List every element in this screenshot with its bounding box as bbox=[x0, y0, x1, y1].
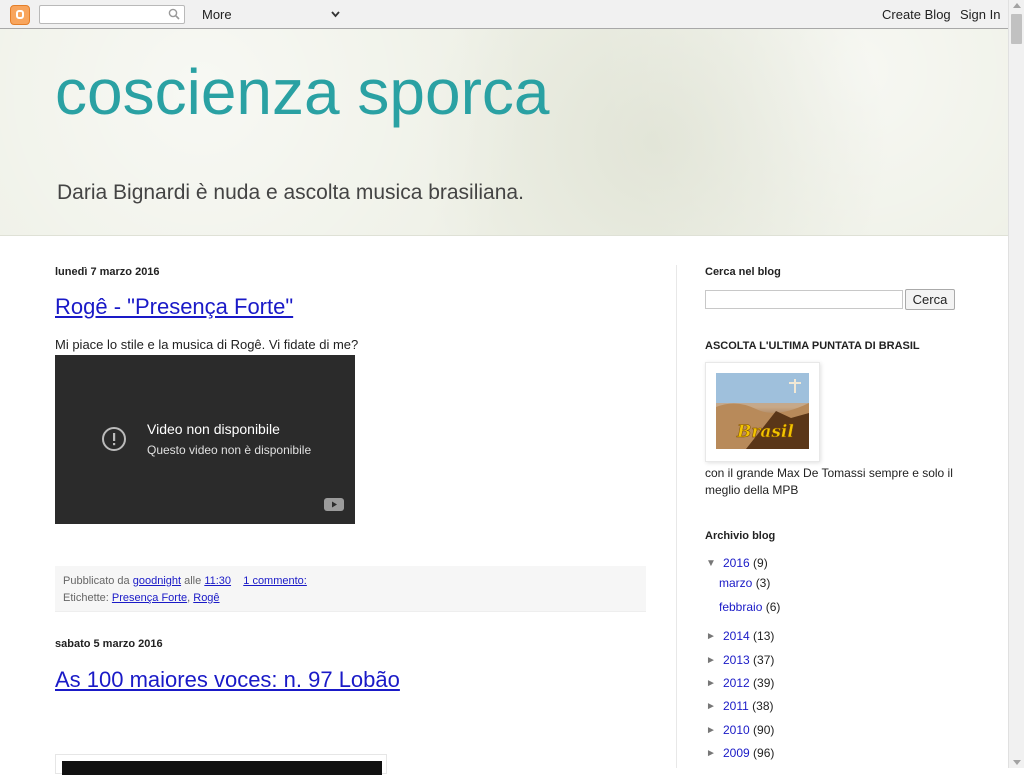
archive-year-item[interactable]: 2013 (37) bbox=[723, 653, 774, 667]
post-image[interactable] bbox=[55, 754, 387, 775]
more-dropdown[interactable]: More bbox=[202, 7, 232, 22]
embedded-video-player[interactable]: Video non disponibile Questo video non è… bbox=[55, 355, 355, 524]
post-body-text: Mi piace lo stile e la musica di Rogê. V… bbox=[55, 337, 359, 352]
expand-arrow-icon[interactable]: ► bbox=[706, 701, 716, 712]
brasil-widget-heading: ASCOLTA L'ULTIMA PUNTATA DI BRASIL bbox=[705, 340, 920, 352]
post-date-header: sabato 5 marzo 2016 bbox=[55, 638, 163, 650]
scroll-down-arrow-icon[interactable] bbox=[1013, 760, 1021, 765]
expand-arrow-icon[interactable]: ► bbox=[706, 655, 716, 666]
video-unavailable-title: Video non disponibile bbox=[147, 421, 280, 437]
archive-widget-heading: Archivio blog bbox=[705, 530, 776, 542]
comments-link[interactable]: 1 commento: bbox=[243, 575, 307, 587]
label-link[interactable]: Rogê bbox=[193, 592, 219, 604]
post-labels-line: Etichette: Presença Forte, Rogê bbox=[63, 592, 220, 604]
brasil-image-text: Brasil bbox=[736, 422, 794, 442]
archive-year-item[interactable]: 2011 (38) bbox=[723, 699, 774, 713]
post-time-link[interactable]: 11:30 bbox=[204, 575, 231, 587]
video-unavailable-subtitle: Questo video non è disponibile bbox=[147, 443, 312, 457]
archive-year-item[interactable]: 2010 (90) bbox=[723, 723, 774, 737]
chevron-down-icon[interactable] bbox=[330, 9, 341, 20]
post-date-header: lunedì 7 marzo 2016 bbox=[55, 266, 160, 278]
author-link[interactable]: goodnight bbox=[133, 575, 181, 587]
archive-month-item[interactable]: marzo (3) bbox=[719, 576, 770, 590]
scroll-up-arrow-icon[interactable] bbox=[1013, 3, 1021, 8]
brasil-image-link[interactable]: Brasil bbox=[705, 362, 820, 462]
search-icon[interactable] bbox=[168, 8, 180, 20]
blogger-logo-icon[interactable] bbox=[10, 5, 30, 25]
archive-month-item[interactable]: febbraio (6) bbox=[719, 600, 780, 614]
blog-header: coscienza sporca Daria Bignardi è nuda e… bbox=[0, 29, 1008, 236]
labels-prefix: Etichette: bbox=[63, 592, 109, 604]
search-widget-heading: Cerca nel blog bbox=[705, 266, 781, 278]
warning-circle-icon bbox=[102, 427, 126, 451]
sign-in-link[interactable]: Sign In bbox=[960, 7, 1000, 22]
post-footer: Pubblicato da goodnight alle 11:30 1 com… bbox=[55, 566, 646, 612]
expand-arrow-icon[interactable]: ► bbox=[706, 725, 716, 736]
blogger-navbar: More Create Blog Sign In bbox=[0, 0, 1008, 29]
scrollbar-thumb[interactable] bbox=[1011, 14, 1022, 44]
published-by-label: Pubblicato da bbox=[63, 575, 130, 587]
expand-arrow-icon[interactable]: ► bbox=[706, 748, 716, 759]
create-blog-link[interactable]: Create Blog bbox=[882, 7, 951, 22]
navbar-search-input[interactable] bbox=[39, 5, 185, 24]
page-scrollbar[interactable] bbox=[1008, 0, 1024, 768]
archive-year-item[interactable]: 2014 (13) bbox=[723, 629, 774, 643]
collapse-arrow-icon[interactable]: ▼ bbox=[706, 558, 716, 569]
column-divider bbox=[676, 265, 677, 768]
at-label: alle bbox=[184, 575, 202, 587]
blog-search-input[interactable] bbox=[705, 290, 903, 309]
archive-year-item[interactable]: 2009 (96) bbox=[723, 746, 774, 760]
archive-year-item[interactable]: 2012 (39) bbox=[723, 676, 774, 690]
blog-title[interactable]: coscienza sporca bbox=[55, 55, 549, 129]
brasil-description: con il grande Max De Tomassi sempre e so… bbox=[705, 466, 953, 497]
blog-description: Daria Bignardi è nuda e ascolta musica b… bbox=[57, 181, 524, 204]
archive-year-item[interactable]: 2016 (9) bbox=[723, 556, 768, 570]
post-footer-author-line: Pubblicato da goodnight alle 11:30 1 com… bbox=[63, 575, 307, 587]
youtube-icon[interactable] bbox=[324, 498, 344, 511]
label-link[interactable]: Presença Forte bbox=[112, 592, 187, 604]
post-title-link[interactable]: Rogê - "Presença Forte" bbox=[55, 294, 293, 320]
brasil-image: Brasil bbox=[716, 373, 809, 449]
expand-arrow-icon[interactable]: ► bbox=[706, 631, 716, 642]
expand-arrow-icon[interactable]: ► bbox=[706, 678, 716, 689]
post-title-link[interactable]: As 100 maiores voces: n. 97 Lobão bbox=[55, 667, 400, 693]
search-button[interactable]: Cerca bbox=[905, 289, 955, 310]
